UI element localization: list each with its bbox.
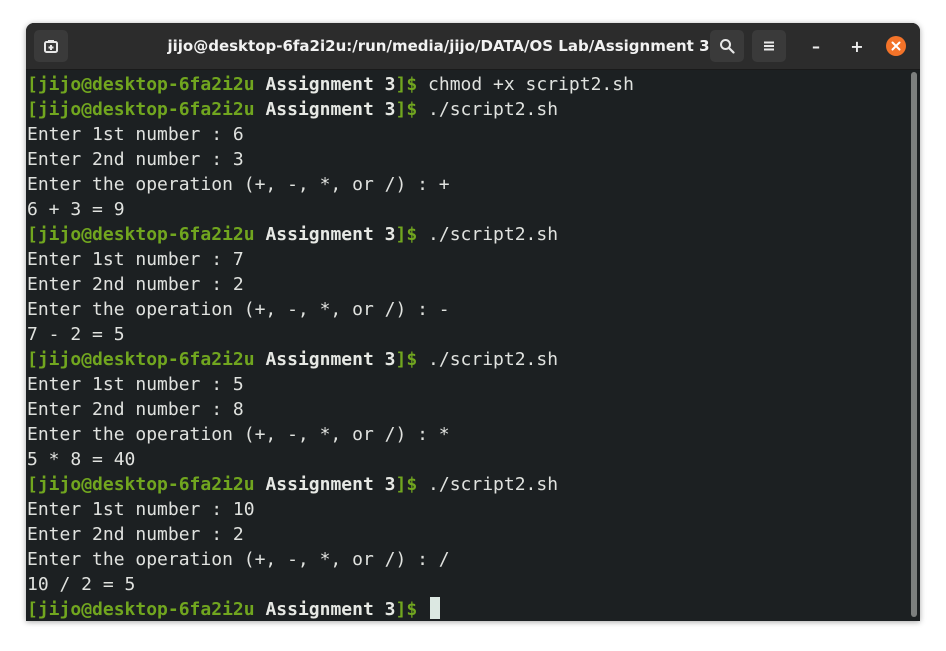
output-line: Enter 1st number : 6 [27, 124, 244, 145]
output-line: Enter 1st number : 7 [27, 249, 244, 270]
prompt-line: [jijo@desktop-6fa2i2u Assignment 3]$ ./s… [27, 222, 909, 247]
close-button[interactable] [886, 36, 906, 56]
output-line: Enter the operation (+, -, *, or /) : * [27, 424, 450, 445]
terminal-window: jijo@desktop-6fa2i2u:/run/media/jijo/DAT… [26, 23, 920, 621]
prompt-bracket-close: ]$ [395, 99, 418, 120]
prompt-bracket-close: ]$ [395, 74, 418, 95]
prompt-bracket-open: [ [27, 99, 38, 120]
prompt-line: [jijo@desktop-6fa2i2u Assignment 3]$ chm… [27, 72, 909, 97]
prompt-user-host: jijo@desktop-6fa2i2u [37, 74, 255, 95]
menu-button[interactable] [752, 30, 786, 62]
command-text: ./script2.sh [428, 224, 559, 245]
output-line: Enter 2nd number : 2 [27, 274, 244, 295]
scrollbar-thumb[interactable] [911, 72, 917, 617]
prompt-directory: Assignment 3 [265, 349, 396, 370]
output-line: Enter 2nd number : 3 [27, 149, 244, 170]
new-tab-button[interactable] [34, 30, 68, 62]
prompt-user-host: jijo@desktop-6fa2i2u [37, 349, 255, 370]
prompt-bracket-close: ]$ [395, 599, 418, 620]
output-line: 10 / 2 = 5 [27, 574, 136, 595]
search-icon [720, 39, 735, 54]
minimize-button[interactable]: – [800, 30, 832, 62]
close-icon [891, 41, 901, 51]
output-line: 5 * 8 = 40 [27, 449, 136, 470]
command-text: ./script2.sh [428, 474, 559, 495]
prompt-directory: Assignment 3 [265, 99, 396, 120]
prompt-bracket-open: [ [27, 349, 38, 370]
prompt-bracket-open: [ [27, 74, 38, 95]
prompt-line: [jijo@desktop-6fa2i2u Assignment 3]$ ./s… [27, 347, 909, 372]
new-tab-icon [44, 40, 58, 53]
prompt-directory: Assignment 3 [265, 474, 396, 495]
command-text: ./script2.sh [428, 99, 559, 120]
prompt-user-host: jijo@desktop-6fa2i2u [37, 599, 255, 620]
terminal-output[interactable]: [jijo@desktop-6fa2i2u Assignment 3]$ chm… [27, 72, 909, 621]
prompt-bracket-open: [ [27, 224, 38, 245]
prompt-user-host: jijo@desktop-6fa2i2u [37, 224, 255, 245]
prompt-bracket-close: ]$ [395, 349, 418, 370]
prompt-line: [jijo@desktop-6fa2i2u Assignment 3]$ ./s… [27, 97, 909, 122]
prompt-directory: Assignment 3 [265, 74, 396, 95]
prompt-user-host: jijo@desktop-6fa2i2u [37, 99, 255, 120]
prompt-bracket-open: [ [27, 599, 38, 620]
prompt-bracket-open: [ [27, 474, 38, 495]
prompt-bracket-close: ]$ [395, 474, 418, 495]
output-line: 7 - 2 = 5 [27, 324, 125, 345]
output-line: Enter 2nd number : 8 [27, 399, 244, 420]
output-line: 6 + 3 = 9 [27, 199, 125, 220]
output-line: Enter 1st number : 5 [27, 374, 244, 395]
prompt-user-host: jijo@desktop-6fa2i2u [37, 474, 255, 495]
prompt-line: [jijo@desktop-6fa2i2u Assignment 3]$ ./s… [27, 472, 909, 497]
output-line: Enter the operation (+, -, *, or /) : - [27, 299, 450, 320]
window-title: jijo@desktop-6fa2i2u:/run/media/jijo/DAT… [167, 37, 710, 55]
command-text: ./script2.sh [428, 349, 559, 370]
command-text: chmod +x script2.sh [428, 74, 634, 95]
text-cursor [430, 597, 441, 619]
search-button[interactable] [710, 30, 744, 62]
prompt-directory: Assignment 3 [265, 224, 396, 245]
hamburger-menu-icon [764, 41, 774, 51]
prompt-line: [jijo@desktop-6fa2i2u Assignment 3]$ [27, 597, 909, 621]
output-line: Enter 2nd number : 2 [27, 524, 244, 545]
output-line: Enter the operation (+, -, *, or /) : + [27, 174, 450, 195]
prompt-bracket-close: ]$ [395, 224, 418, 245]
output-line: Enter 1st number : 10 [27, 499, 255, 520]
prompt-directory: Assignment 3 [265, 599, 396, 620]
title-bar[interactable]: jijo@desktop-6fa2i2u:/run/media/jijo/DAT… [26, 23, 920, 70]
output-line: Enter the operation (+, -, *, or /) : / [27, 549, 450, 570]
maximize-button[interactable]: + [841, 30, 873, 62]
